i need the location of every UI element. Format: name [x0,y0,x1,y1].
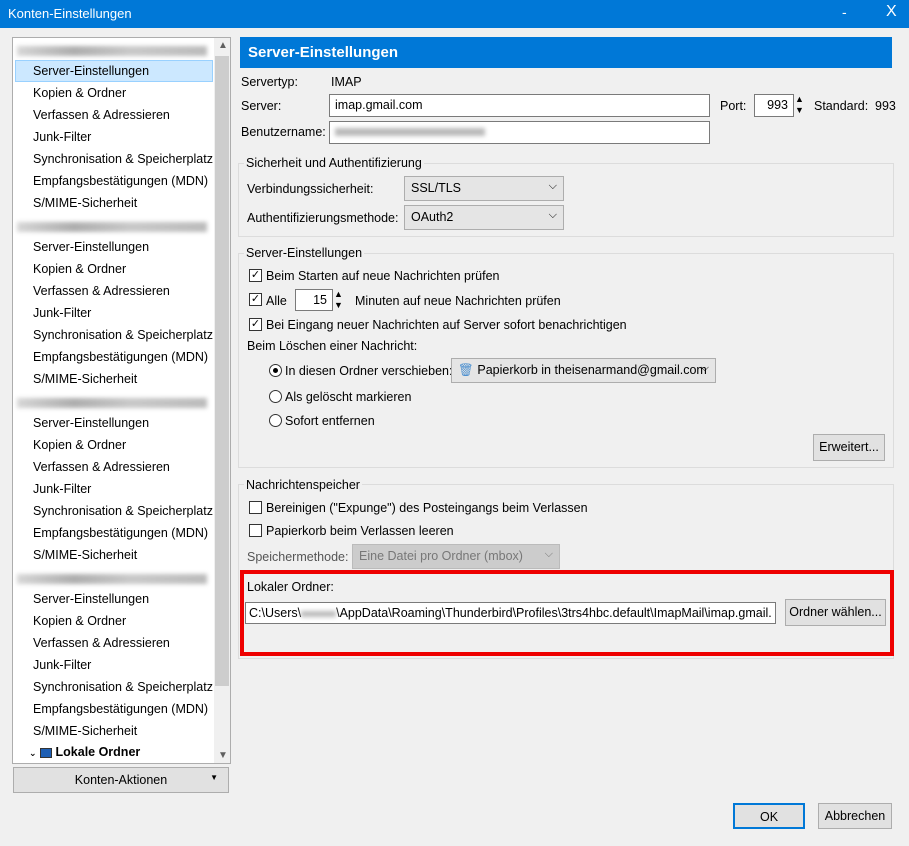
chevron-down-icon: ⌵ [548,180,557,192]
sidebar-item[interactable]: S/MIME-Sicherheit [15,368,213,390]
port-input[interactable]: 993 [754,94,794,117]
account-header[interactable] [17,398,207,408]
move-to-label: In diesen Ordner verschieben: [285,364,453,378]
notify-checkbox[interactable]: ✓ [249,318,262,331]
standard-label: Standard: [814,99,869,113]
title-bar: Konten-Einstellungen - X [0,0,909,28]
storage-method-label: Speichermethode: [247,550,349,564]
sidebar-item[interactable]: Kopien & Ordner [15,82,213,104]
dropdown-arrow-icon: ▼ [210,773,218,782]
delete-label: Beim Löschen einer Nachricht: [247,339,418,353]
sidebar-item[interactable]: Junk-Filter [15,478,213,500]
trash-icon: 🗑 [458,363,474,377]
computer-icon [40,747,53,758]
sidebar-item[interactable]: Junk-Filter [15,302,213,324]
sidebar-item[interactable]: Verfassen & Adressieren [15,456,213,478]
advanced-button[interactable]: Erweitert... [813,434,885,461]
mark-deleted-label: Als gelöscht markieren [285,390,412,404]
minutes-input[interactable]: 15 [295,289,333,311]
page-title: Server-Einstellungen [240,37,892,68]
storage-legend: Nachrichtenspeicher [244,478,362,492]
sidebar-item[interactable]: Verfassen & Adressieren [15,280,213,302]
sidebar-item[interactable]: Junk-Filter [15,654,213,676]
move-to-radio[interactable] [269,364,282,377]
chevron-down-icon: ⌵ [544,548,553,560]
notify-label: Bei Eingang neuer Nachrichten auf Server… [266,318,627,332]
account-header[interactable] [17,574,207,584]
server-label: Server: [241,99,282,113]
sidebar-item[interactable]: Synchronisation & Speicherplatz [15,324,213,346]
sidebar-item[interactable]: Server-Einstellungen [15,236,213,258]
sidebar-item[interactable]: Synchronisation & Speicherplatz [15,676,213,698]
window-title: Konten-Einstellungen [8,6,132,21]
auth-method-select[interactable]: OAuth2 ⌵ [404,205,564,230]
port-spinner[interactable]: ▲ ▼ [795,94,804,116]
close-button[interactable]: X [886,3,897,21]
username-label: Benutzername: [241,125,326,139]
conn-security-select[interactable]: SSL/TLS ⌵ [404,176,564,201]
cancel-button[interactable]: Abbrechen [818,803,892,829]
account-header[interactable] [17,222,207,232]
sidebar-item[interactable]: Kopien & Ordner [15,610,213,632]
standard-port: 993 [875,99,896,113]
sidebar-item[interactable]: Empfangsbestätigungen (MDN) [15,170,213,192]
scroll-up-icon[interactable]: ▲ [218,40,228,51]
ok-button[interactable]: OK [733,803,805,829]
sidebar-item[interactable]: Empfangsbestätigungen (MDN) [15,346,213,368]
servertype-value: IMAP [331,75,362,89]
sidebar-item[interactable]: Synchronisation & Speicherplatz [15,500,213,522]
sidebar-item[interactable]: Synchronisation & Speicherplatz [15,148,213,170]
delete-now-radio[interactable] [269,414,282,427]
account-actions-button[interactable]: Konten-Aktionen ▼ [13,767,229,793]
sidebar-item[interactable]: Server-Einstellungen [15,588,213,610]
mark-deleted-radio[interactable] [269,390,282,403]
servertype-label: Servertyp: [241,75,298,89]
sidebar-item[interactable]: S/MIME-Sicherheit [15,544,213,566]
storage-method-select[interactable]: Eine Datei pro Ordner (mbox) ⌵ [352,544,560,569]
sidebar-item[interactable]: Kopien & Ordner [15,434,213,456]
minutes-spinner[interactable]: ▲ ▼ [334,289,343,311]
delete-now-label: Sofort entfernen [285,414,375,428]
sidebar-item[interactable]: S/MIME-Sicherheit [15,720,213,742]
conn-security-label: Verbindungssicherheit: [247,182,374,196]
empty-trash-label: Papierkorb beim Verlassen leeren [266,524,454,538]
account-header[interactable] [17,46,207,56]
empty-trash-checkbox[interactable] [249,524,262,537]
chevron-down-icon: ⌵ [548,209,557,221]
chevron-down-icon: ⌵ [700,362,709,374]
sidebar-item[interactable]: Server-Einstellungen [15,412,213,434]
scroll-down-icon[interactable]: ▼ [218,750,228,761]
sidebar-item[interactable]: Empfangsbestätigungen (MDN) [15,698,213,720]
username-input[interactable] [329,121,710,144]
trash-folder-select[interactable]: 🗑 Papierkorb in theisenarmand@gmail.com ⌵ [451,358,716,383]
expunge-label: Bereinigen ("Expunge") des Posteingangs … [266,501,588,515]
check-every-label: Alle [266,294,287,308]
server-input[interactable]: imap.gmail.com [329,94,710,117]
sidebar-item-local-folders[interactable]: ⌄ Lokale Ordner [15,741,213,763]
sidebar-item[interactable]: Empfangsbestätigungen (MDN) [15,522,213,544]
check-on-start-label: Beim Starten auf neue Nachrichten prüfen [266,269,500,283]
check-on-start-checkbox[interactable]: ✓ [249,269,262,282]
port-label: Port: [720,99,747,113]
check-every-checkbox[interactable]: ✓ [249,293,262,306]
sidebar-item[interactable]: Kopien & Ordner [15,258,213,280]
account-tree[interactable]: Server-Einstellungen Kopien & Ordner Verfa… [12,37,231,764]
security-group [238,163,894,237]
security-legend: Sicherheit und Authentifizierung [244,156,424,170]
expunge-checkbox[interactable] [249,501,262,514]
sidebar-scrollbar[interactable]: ▲ ▼ [214,38,230,763]
minimize-button[interactable]: - [842,4,847,20]
scrollbar-thumb[interactable] [215,56,229,686]
minutes-label: Minuten auf neue Nachrichten prüfen [355,294,561,308]
sidebar-item[interactable]: Verfassen & Adressieren [15,632,213,654]
server-settings-legend: Server-Einstellungen [244,246,365,260]
auth-method-label: Authentifizierungsmethode: [247,211,399,225]
sidebar-item[interactable]: Junk-Filter [15,126,213,148]
sidebar-item[interactable]: S/MIME-Sicherheit [15,192,213,214]
sidebar-item[interactable]: Server-Einstellungen [15,60,213,82]
sidebar-item[interactable]: Verfassen & Adressieren [15,104,213,126]
highlight-box [240,570,894,656]
